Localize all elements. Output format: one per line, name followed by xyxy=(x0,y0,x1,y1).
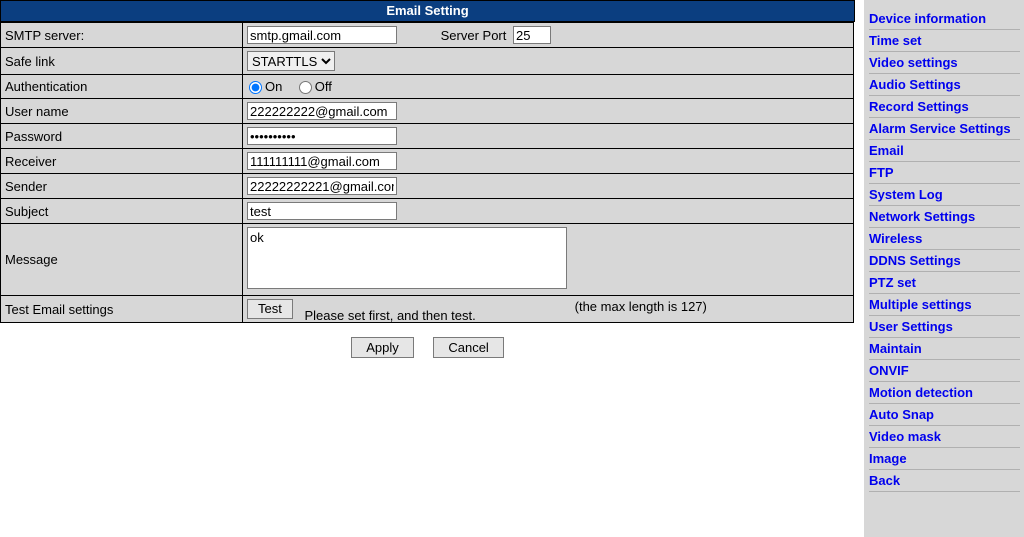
page-title: Email Setting xyxy=(0,0,855,22)
sidebar-item[interactable]: Wireless xyxy=(869,228,1020,250)
sidebar-item[interactable]: Time set xyxy=(869,30,1020,52)
auth-on-radio[interactable] xyxy=(249,81,262,94)
sidebar-item[interactable]: Multiple settings xyxy=(869,294,1020,316)
sidebar: Device information Time set Video settin… xyxy=(864,0,1024,537)
sidebar-item[interactable]: Alarm Service Settings xyxy=(869,118,1020,140)
auth-off-radio[interactable] xyxy=(299,81,312,94)
smtp-label: SMTP server: xyxy=(1,23,243,48)
sidebar-item[interactable]: PTZ set xyxy=(869,272,1020,294)
user-input[interactable] xyxy=(247,102,397,120)
sidebar-item[interactable]: Image xyxy=(869,448,1020,470)
cancel-button[interactable]: Cancel xyxy=(433,337,503,358)
test-button[interactable]: Test xyxy=(247,299,293,319)
sidebar-item[interactable]: DDNS Settings xyxy=(869,250,1020,272)
sidebar-item[interactable]: Maintain xyxy=(869,338,1020,360)
sidebar-item[interactable]: Video settings xyxy=(869,52,1020,74)
receiver-input[interactable] xyxy=(247,152,397,170)
safelink-label: Safe link xyxy=(1,48,243,75)
sidebar-item[interactable]: Video mask xyxy=(869,426,1020,448)
port-input[interactable] xyxy=(513,26,551,44)
test-label: Test Email settings xyxy=(1,296,243,323)
user-label: User name xyxy=(1,99,243,124)
sidebar-item[interactable]: Network Settings xyxy=(869,206,1020,228)
sender-input[interactable] xyxy=(247,177,397,195)
sidebar-item[interactable]: Auto Snap xyxy=(869,404,1020,426)
sidebar-item[interactable]: Motion detection xyxy=(869,382,1020,404)
sidebar-item[interactable]: Audio Settings xyxy=(869,74,1020,96)
auth-on-label: On xyxy=(265,80,282,95)
sidebar-item[interactable]: Device information xyxy=(869,8,1020,30)
auth-off-label: Off xyxy=(315,80,332,95)
message-label: Message xyxy=(1,224,243,296)
test-note: Please set first, and then test. xyxy=(296,308,475,323)
main-panel: Email Setting SMTP server: Server Port S… xyxy=(0,0,855,537)
apply-button[interactable]: Apply xyxy=(351,337,414,358)
sidebar-item[interactable]: FTP xyxy=(869,162,1020,184)
sender-label: Sender xyxy=(1,174,243,199)
sidebar-item[interactable]: Record Settings xyxy=(869,96,1020,118)
pass-input[interactable] xyxy=(247,127,397,145)
sidebar-item[interactable]: User Settings xyxy=(869,316,1020,338)
subject-input[interactable] xyxy=(247,202,397,220)
sidebar-item[interactable]: ONVIF xyxy=(869,360,1020,382)
smtp-input[interactable] xyxy=(247,26,397,44)
receiver-label: Receiver xyxy=(1,149,243,174)
pass-label: Password xyxy=(1,124,243,149)
auth-label: Authentication xyxy=(1,75,243,99)
settings-table: SMTP server: Server Port Safe link START… xyxy=(0,22,854,323)
button-row: Apply Cancel xyxy=(0,323,855,372)
subject-label: Subject xyxy=(1,199,243,224)
safelink-select[interactable]: STARTTLS xyxy=(247,51,335,71)
message-hint: (the max length is 127) xyxy=(571,299,707,314)
sidebar-item[interactable]: Back xyxy=(869,470,1020,492)
message-textarea[interactable] xyxy=(247,227,567,289)
sidebar-item[interactable]: Email xyxy=(869,140,1020,162)
port-label: Server Port xyxy=(441,28,507,43)
sidebar-item[interactable]: System Log xyxy=(869,184,1020,206)
